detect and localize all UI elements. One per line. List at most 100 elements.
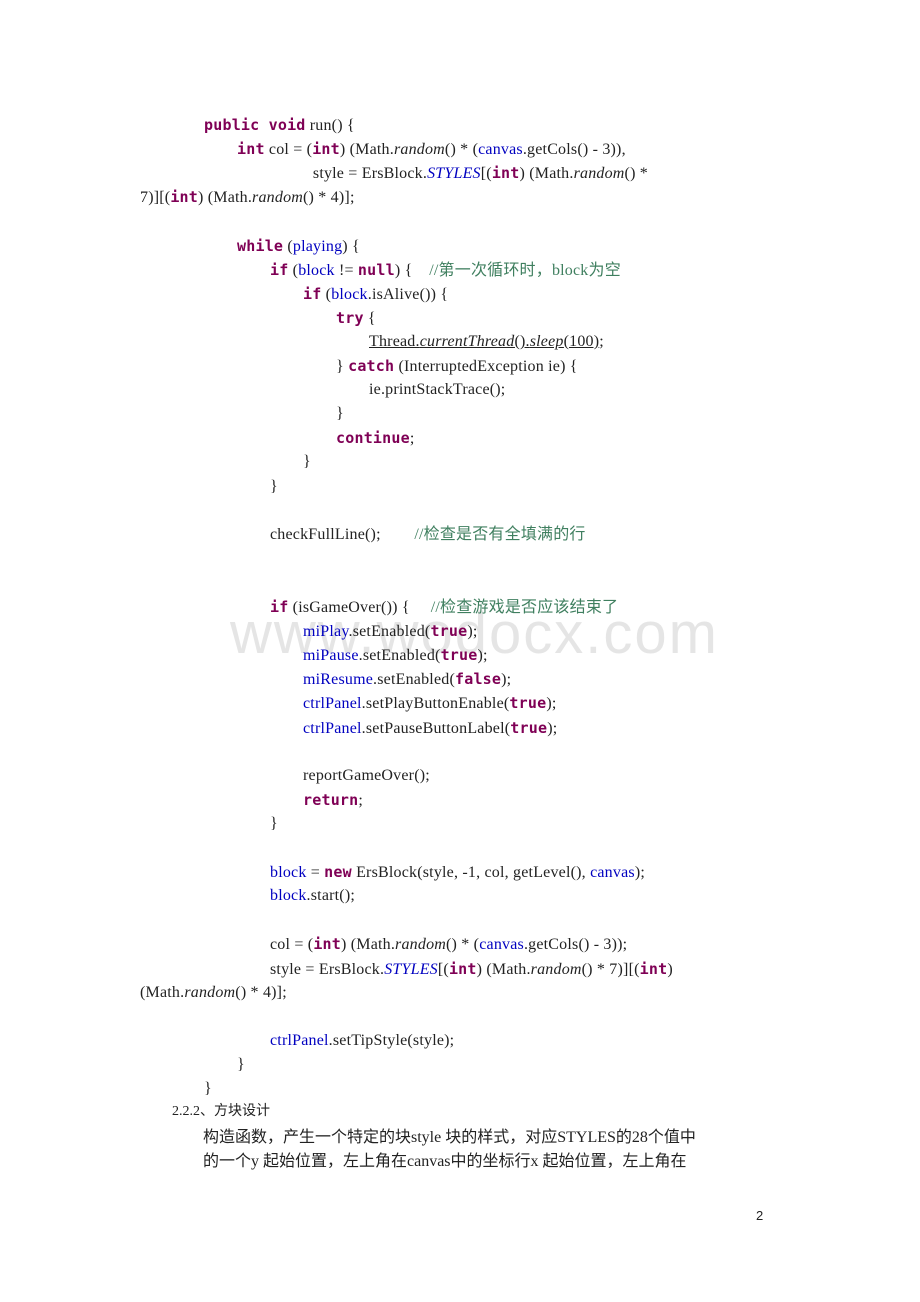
section-heading: 2.2.2、方块设计: [172, 1104, 270, 1119]
code-token: int: [237, 140, 265, 159]
code-token: (: [321, 285, 332, 303]
code-token: catch: [348, 357, 395, 375]
code-token: );: [501, 671, 512, 689]
code-token: }: [204, 1080, 212, 1097]
code-token: random: [184, 983, 236, 1001]
code-token: ) {: [394, 261, 430, 279]
code-token: int: [313, 935, 342, 954]
code-token: .setPlayButtonEnable(: [361, 695, 510, 713]
code-token: int: [491, 164, 520, 183]
code-token: return: [303, 790, 359, 809]
code-token: canvas: [478, 141, 523, 159]
code-token: }: [336, 405, 344, 423]
code-line: continue;: [336, 428, 415, 448]
code-token: if: [270, 260, 289, 279]
code-token: ) {: [342, 237, 360, 255]
code-token: checkFullLine();: [270, 525, 415, 543]
code-token: miResume: [303, 671, 374, 689]
code-line: }: [270, 477, 278, 497]
code-token: .getCols() - 3)),: [522, 141, 626, 159]
code-line: block.start();: [270, 886, 355, 906]
code-token: //检查是否有全填满的行: [414, 525, 586, 543]
code-token: [(: [480, 165, 492, 183]
code-token: [(: [437, 960, 449, 978]
code-token: block: [270, 887, 307, 905]
code-token: continue: [336, 429, 410, 448]
code-token: false: [454, 670, 502, 689]
code-token: () * (: [446, 936, 480, 954]
page-number: 2: [756, 1208, 764, 1223]
code-token: true: [510, 718, 548, 737]
document-page: www.wodocx.com public void run() {int co…: [0, 0, 920, 1302]
code-token: col = (: [270, 936, 314, 954]
code-token: true: [430, 622, 468, 641]
code-token: (: [283, 237, 293, 255]
code-token: int: [312, 140, 340, 159]
code-token: }: [270, 477, 278, 495]
code-token: );: [634, 864, 645, 882]
code-token: if: [303, 284, 322, 303]
code-token: style = ErsBlock.: [312, 165, 428, 183]
code-token: //检查游戏是否应该结束了: [430, 599, 619, 616]
code-token: (isGameOver()) {: [288, 599, 431, 616]
code-token: ;: [358, 791, 364, 809]
code-token: ) (Math.: [476, 960, 531, 978]
code-token: .setTipStyle(style);: [328, 1031, 455, 1049]
code-token: sleep: [529, 332, 564, 350]
code-line: miPause.setEnabled(true);: [303, 645, 488, 665]
code-line: return;: [303, 790, 363, 810]
code-token: while: [237, 236, 284, 255]
code-token: );: [477, 647, 488, 665]
code-line: style = ErsBlock.STYLES[(int) (Math.rand…: [313, 163, 648, 183]
code-token: .setPauseButtonLabel(: [361, 719, 511, 737]
code-token: miPause: [303, 647, 359, 665]
code-token: random: [530, 960, 582, 978]
code-token: (100): [563, 332, 600, 350]
code-token: true: [440, 646, 478, 665]
code-token: }: [237, 1055, 245, 1073]
code-token: STYLES: [384, 960, 438, 978]
code-line: while (playing) {: [237, 236, 360, 256]
code-line: miPlay.setEnabled(true);: [303, 621, 478, 641]
code-token: =: [306, 864, 325, 882]
code-token: ) (Math.: [519, 165, 574, 183]
code-token: int: [170, 188, 199, 207]
code-line: }: [237, 1055, 245, 1075]
body-paragraph: 构造函数，产生一个特定的块style 块的样式，对应STYLES的28个值中 的…: [203, 1126, 803, 1174]
code-token: //第一次循环时，block为空: [429, 261, 621, 279]
code-line: miResume.setEnabled(false);: [303, 669, 511, 689]
code-line: }: [336, 404, 344, 424]
code-token: .setEnabled(: [348, 623, 431, 641]
code-token: public void: [204, 116, 306, 134]
code-token: if: [270, 598, 289, 616]
code-token: ErsBlock(style, -1, col, getLevel(),: [351, 864, 591, 882]
code-line: (Math.random() * 4)];: [140, 983, 287, 1003]
code-token: .getCols() - 3));: [523, 936, 628, 954]
code-line: checkFullLine(); //检查是否有全填满的行: [270, 525, 586, 545]
code-token: (Math.: [140, 983, 185, 1001]
code-token: .isAlive()) {: [367, 285, 449, 303]
paragraph-line: 的一个y 起始位置，左上角在canvas中的坐标行x 起始位置，左上角在: [203, 1153, 687, 1170]
code-token: );: [547, 719, 558, 737]
code-token: block: [298, 261, 335, 279]
code-token: ie.printStackTrace();: [369, 381, 506, 399]
code-line: ctrlPanel.setTipStyle(style);: [270, 1031, 454, 1051]
code-token: () * 7)][(: [581, 960, 640, 978]
code-token: STYLES: [427, 165, 481, 183]
code-line: style = ErsBlock.STYLES[(int) (Math.rand…: [270, 959, 673, 979]
code-line: Thread.currentThread().sleep(100);: [369, 332, 604, 352]
code-token: new: [324, 863, 352, 882]
code-token: }: [270, 814, 278, 832]
code-line: if (block != null) { //第一次循环时，block为空: [270, 260, 621, 280]
code-token: true: [509, 694, 547, 713]
code-token: }: [336, 358, 349, 375]
code-line: }: [270, 814, 278, 834]
code-token: .setEnabled(: [358, 647, 441, 665]
code-token: reportGameOver();: [303, 766, 430, 784]
code-token: currentThread: [419, 332, 515, 350]
code-token: miPlay: [303, 623, 349, 641]
code-token: ) (Math.: [339, 141, 394, 159]
code-token: () * 4)];: [303, 189, 355, 207]
code-token: !=: [334, 261, 358, 279]
code-token: (InterruptedException ie) {: [394, 358, 578, 375]
